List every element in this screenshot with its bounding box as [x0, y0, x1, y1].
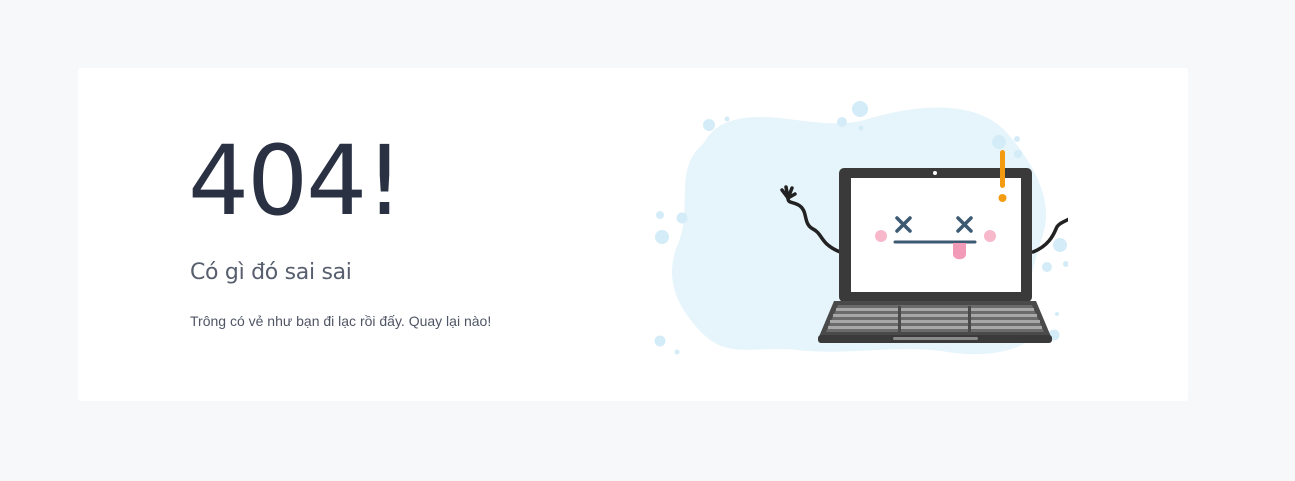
tongue [953, 243, 966, 260]
error-headline: Có gì đó sai sai [190, 260, 352, 285]
error-code: 404! [188, 125, 404, 237]
laptop-icon [818, 168, 1052, 343]
error-card: 404! Có gì đó sai sai Trông có vẻ như bạ… [78, 68, 1188, 401]
left-cheek [875, 230, 887, 242]
right-cheek [984, 230, 996, 242]
broken-laptop-illustration [654, 101, 1068, 355]
error-message: Trông có vẻ như bạn đi lạc rồi đấy. Quay… [190, 313, 492, 329]
